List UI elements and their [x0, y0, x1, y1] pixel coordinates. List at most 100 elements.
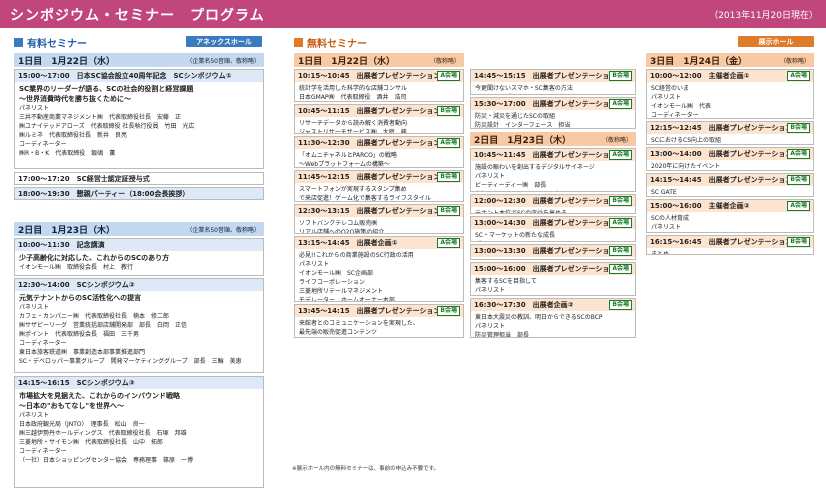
body-line: ㈱R・B・K 代表取締役 飯嶋 薫	[19, 150, 116, 157]
session-card[interactable]: 15:00〜17:00 日本SC協会設立40周年記念 SCシンポジウム① SC業…	[14, 69, 264, 169]
session-time: 11:30〜12:30 出展者プレゼンテーション③ A会場	[295, 137, 463, 149]
session-time: 14:15〜14:45 出展者プレゼンテーション⑯ B会場	[647, 174, 813, 186]
session-card[interactable]: 14:15〜16:15 SCシンポジウム③ 市場拡大を見据えた、これからのインバ…	[14, 376, 264, 488]
body-line: 防災・減災を通じたSCの取組	[475, 113, 555, 120]
free-label: 無料セミナー	[307, 38, 367, 50]
session-card[interactable]: 12:00〜12:30 出展者プレゼンテーション⑩ B会場 テナント本位でSCの収益…	[470, 194, 636, 214]
session-card[interactable]: 10:00〜12:00 主催者企画① A会場 SC経営のいま パネリスト イオンモール㈱…	[646, 69, 814, 119]
body-line: リサーチデータから読み解く消費者動向	[299, 120, 408, 127]
body-line: 必見!!これからの商業施設のSC行政の活用	[299, 252, 414, 259]
session-card[interactable]: 11:30〜12:30 出展者プレゼンテーション③ A会場「オムニチャネルとPAR…	[294, 136, 464, 168]
body-line: イオンモール㈱ SC企画部	[299, 270, 373, 277]
session-card[interactable]: 17:00〜17:20 SC経営士認定証授与式	[14, 172, 264, 185]
session-time: 15:30〜17:00 出展者プレゼンテーション⑧ A会場	[471, 98, 635, 110]
session-card[interactable]: 10:45〜11:45 出展者プレゼンテーション⑨ A会場 施設の賑わいを創出するデ…	[470, 148, 636, 192]
body-line: SCマーケティング最前線	[475, 259, 631, 260]
session-card[interactable]: 14:15〜14:45 出展者プレゼンテーション⑯B会場SC GATE代表	[646, 173, 814, 197]
session-time: 16:15〜16:45 出展者プレゼンテーション⑰ B会場	[647, 236, 813, 248]
session-card[interactable]: 15:00〜16:00 主催者企画② A会場 SCの人材育成パネリストコーディネータ…	[646, 199, 814, 233]
session-card[interactable]: 15:00〜16:00 出展者プレゼンテーション⑬ A会場 集客するSCを目指してパ…	[470, 262, 636, 296]
session-time-text: 12:30〜13:15 出展者プレゼンテーション⑤	[298, 207, 447, 215]
body-line: コーディネーター	[19, 340, 67, 347]
session-time-text: 12:00〜12:30 出展者プレゼンテーション⑩	[474, 197, 623, 205]
session-time: 12:15〜12:45 出展者プレゼンテーション⑭ B会場	[647, 122, 813, 134]
body-line: ジャストリサーチサービス㈱ 大庭 務	[299, 129, 407, 134]
session-card[interactable]: 13:45〜14:15 出展者プレゼンテーション⑥ B会場 来館者とのコミュニケーシ…	[294, 304, 464, 338]
session-time: 10:00〜11:30 記念講演	[15, 239, 263, 251]
session-card[interactable]: 14:45〜15:15 出展者プレゼンテーション⑦ B会場 今更聞けないスマホ・SC…	[470, 69, 636, 95]
session-time-text: 15:00〜16:00 主催者企画②	[650, 202, 750, 210]
body-line: ソフトバンクテレコム販売㈱	[299, 220, 378, 227]
square-icon	[294, 37, 303, 47]
session-card[interactable]: 16:30〜17:30 出展者企画② B会場東日本大震災の教訓、明日からできるSC…	[470, 298, 636, 338]
body-line: パネリスト	[651, 224, 682, 231]
room-badge: A会場	[437, 138, 460, 148]
session-time-text: 11:45〜12:15 出展者プレゼンテーション④	[298, 173, 447, 181]
session-title: 少子高齢化に対応した、これからのSCのあり方	[19, 254, 170, 262]
body-line: 来館者とのコミュニケーションを実現した、	[299, 320, 419, 327]
session-time-text: 15:30〜17:00 出展者プレゼンテーション⑧	[474, 100, 623, 108]
body-line: パネリスト	[299, 261, 330, 268]
session-card[interactable]: 16:15〜16:45 出展者プレゼンテーション⑰ B会場まとめ	[646, 235, 814, 255]
session-card[interactable]: 15:30〜17:00 出展者プレゼンテーション⑧ A会場防災・減災を通じたSCの…	[470, 97, 636, 129]
session-card[interactable]: 12:30〜13:15 出展者プレゼンテーション⑤ B会場 ソフトバンクテレコム販売…	[294, 204, 464, 234]
session-time: 14:15〜16:15 SCシンポジウム③	[15, 377, 263, 389]
session-subtitle: 〜世界消費時代を勝ち抜くために〜	[19, 95, 131, 103]
room-badge: A会場	[787, 71, 810, 81]
body-line: 集客するSCを目指して	[475, 278, 537, 285]
session-card[interactable]: 12:30〜14:00 SCシンポジウム② 元気テナントからのSC活性化への提言…	[14, 278, 264, 373]
session-time: 16:30〜17:30 出展者企画② B会場	[471, 299, 635, 311]
body-line: ㈱サザビーリーグ 営業統括部店舗開発部 部長 白岡 正信	[19, 322, 188, 329]
body-line: ㈱三越伊勢丹ホールディングス 代表取締役社長 石塚 邦雄	[19, 430, 187, 437]
session-card[interactable]: 13:00〜13:30 出展者プレゼンテーション⑫B会場 SCマーケティング最前線…	[470, 244, 636, 260]
body-line: 「オムニチャネルとPARCO」の戦略	[299, 152, 397, 159]
day-bar: 1日目 1月22日（水） （企業名50音順、敬称略）	[14, 53, 264, 67]
body-line: パネリスト	[19, 412, 50, 419]
body-line: 日本政府観光局（JNTO） 理事長 松山 良一	[19, 421, 145, 428]
session-card[interactable]: 10:15〜10:45 出展者プレゼンテーション① A会場統計学を活用した科学的な…	[294, 69, 464, 102]
body-line: 施設の賑わいを創出するデジタルサイネージ	[475, 164, 595, 171]
day-note: （敬称略）	[429, 57, 460, 65]
body-line: イオンモール㈱ 代表	[651, 103, 712, 110]
room-badge: A会場	[609, 99, 632, 109]
body-line: ディライトマーケティング	[475, 240, 631, 241]
room-badge: B会場	[437, 306, 460, 316]
session-time: 14:45〜15:15 出展者プレゼンテーション⑦ B会場	[471, 70, 635, 82]
session-card[interactable]: 11:45〜12:15 出展者プレゼンテーション④ B会場スマートフォンが実現する…	[294, 170, 464, 202]
session-time: 18:00〜19:30 懇親パーティー（18:00会長挨拶）	[15, 188, 263, 199]
session-card[interactable]: 13:00〜14:00 出展者プレゼンテーション⑮ A会場 2020年に向けたイベン…	[646, 147, 814, 171]
session-card[interactable]: 13:15〜14:45 出展者企画① A会場 必見!!これからの商業施設のSC行政の…	[294, 236, 464, 302]
body-line: SCにおけるCS向上の取組	[651, 137, 721, 144]
paid-label: 有料セミナー	[27, 38, 87, 50]
session-time-text: 13:00〜14:00 出展者プレゼンテーション⑮	[650, 150, 800, 158]
room-badge: B会場	[609, 246, 632, 256]
session-time-text: 13:15〜14:45 出展者企画①	[298, 239, 398, 247]
day-bar: 2日目 1月23日（木） （企業名50音順、敬称略）	[14, 222, 264, 236]
annex-hall-badge: アネックスホール	[186, 36, 262, 47]
body-line: マーケットデザインアソシエイト	[475, 93, 631, 94]
session-card[interactable]: 10:00〜11:30 記念講演 少子高齢化に対応した、これからのSCのあり方イ…	[14, 238, 264, 276]
session-time: 12:30〜14:00 SCシンポジウム②	[15, 279, 263, 291]
body-line: SC・デベロッパー事業グループ 開発マーケティンググループ 部長 三輪 美恵	[19, 358, 242, 365]
session-time: 10:15〜10:45 出展者プレゼンテーション① A会場	[295, 70, 463, 82]
body-line: パネリスト	[19, 105, 50, 112]
room-badge: B会場	[437, 106, 460, 116]
session-card[interactable]: 13:00〜14:30 出展者プレゼンテーション⑪ A会場 SC・マーケットの新たな…	[470, 216, 636, 242]
session-time-text: 10:45〜11:45 出展者プレゼンテーション⑨	[474, 151, 623, 159]
body-line: スマートフォンが実現するスタンプ集め	[299, 186, 407, 193]
day-bar: 3日目 1月24日（金） （敬称略）	[646, 53, 814, 67]
body-line: カフェ・カンパニー㈱ 代表取締役社長 楠本 修二郎	[19, 313, 170, 320]
session-card[interactable]: 10:45〜11:15 出展者プレゼンテーション② B会場リサーチデータから読み解…	[294, 104, 464, 134]
body-line: 東日本大震災の教訓、明日からできるSCのBCP	[475, 314, 603, 321]
body-line: 統計学を活用した科学的な店舗コンサル	[299, 85, 408, 92]
session-time-text: 10:15〜10:45 出展者プレゼンテーション①	[298, 72, 447, 80]
session-time: 10:45〜11:15 出展者プレゼンテーション② B会場	[295, 105, 463, 117]
session-card[interactable]: 18:00〜19:30 懇親パーティー（18:00会長挨拶）	[14, 187, 264, 200]
day-title: 2日目 1月23日（木）	[474, 135, 572, 146]
body-line: モデレーター ホームオーナー本部	[299, 297, 395, 302]
body-line: まとめ	[651, 251, 670, 255]
session-time: 15:00〜16:00 主催者企画② A会場	[647, 200, 813, 212]
session-card[interactable]: 12:15〜12:45 出展者プレゼンテーション⑭ B会場 SCにおけるCS向上の取…	[646, 121, 814, 145]
session-time: 11:45〜12:15 出展者プレゼンテーション④ B会場	[295, 171, 463, 183]
session-time-text: 10:00〜12:00 主催者企画①	[650, 72, 750, 80]
